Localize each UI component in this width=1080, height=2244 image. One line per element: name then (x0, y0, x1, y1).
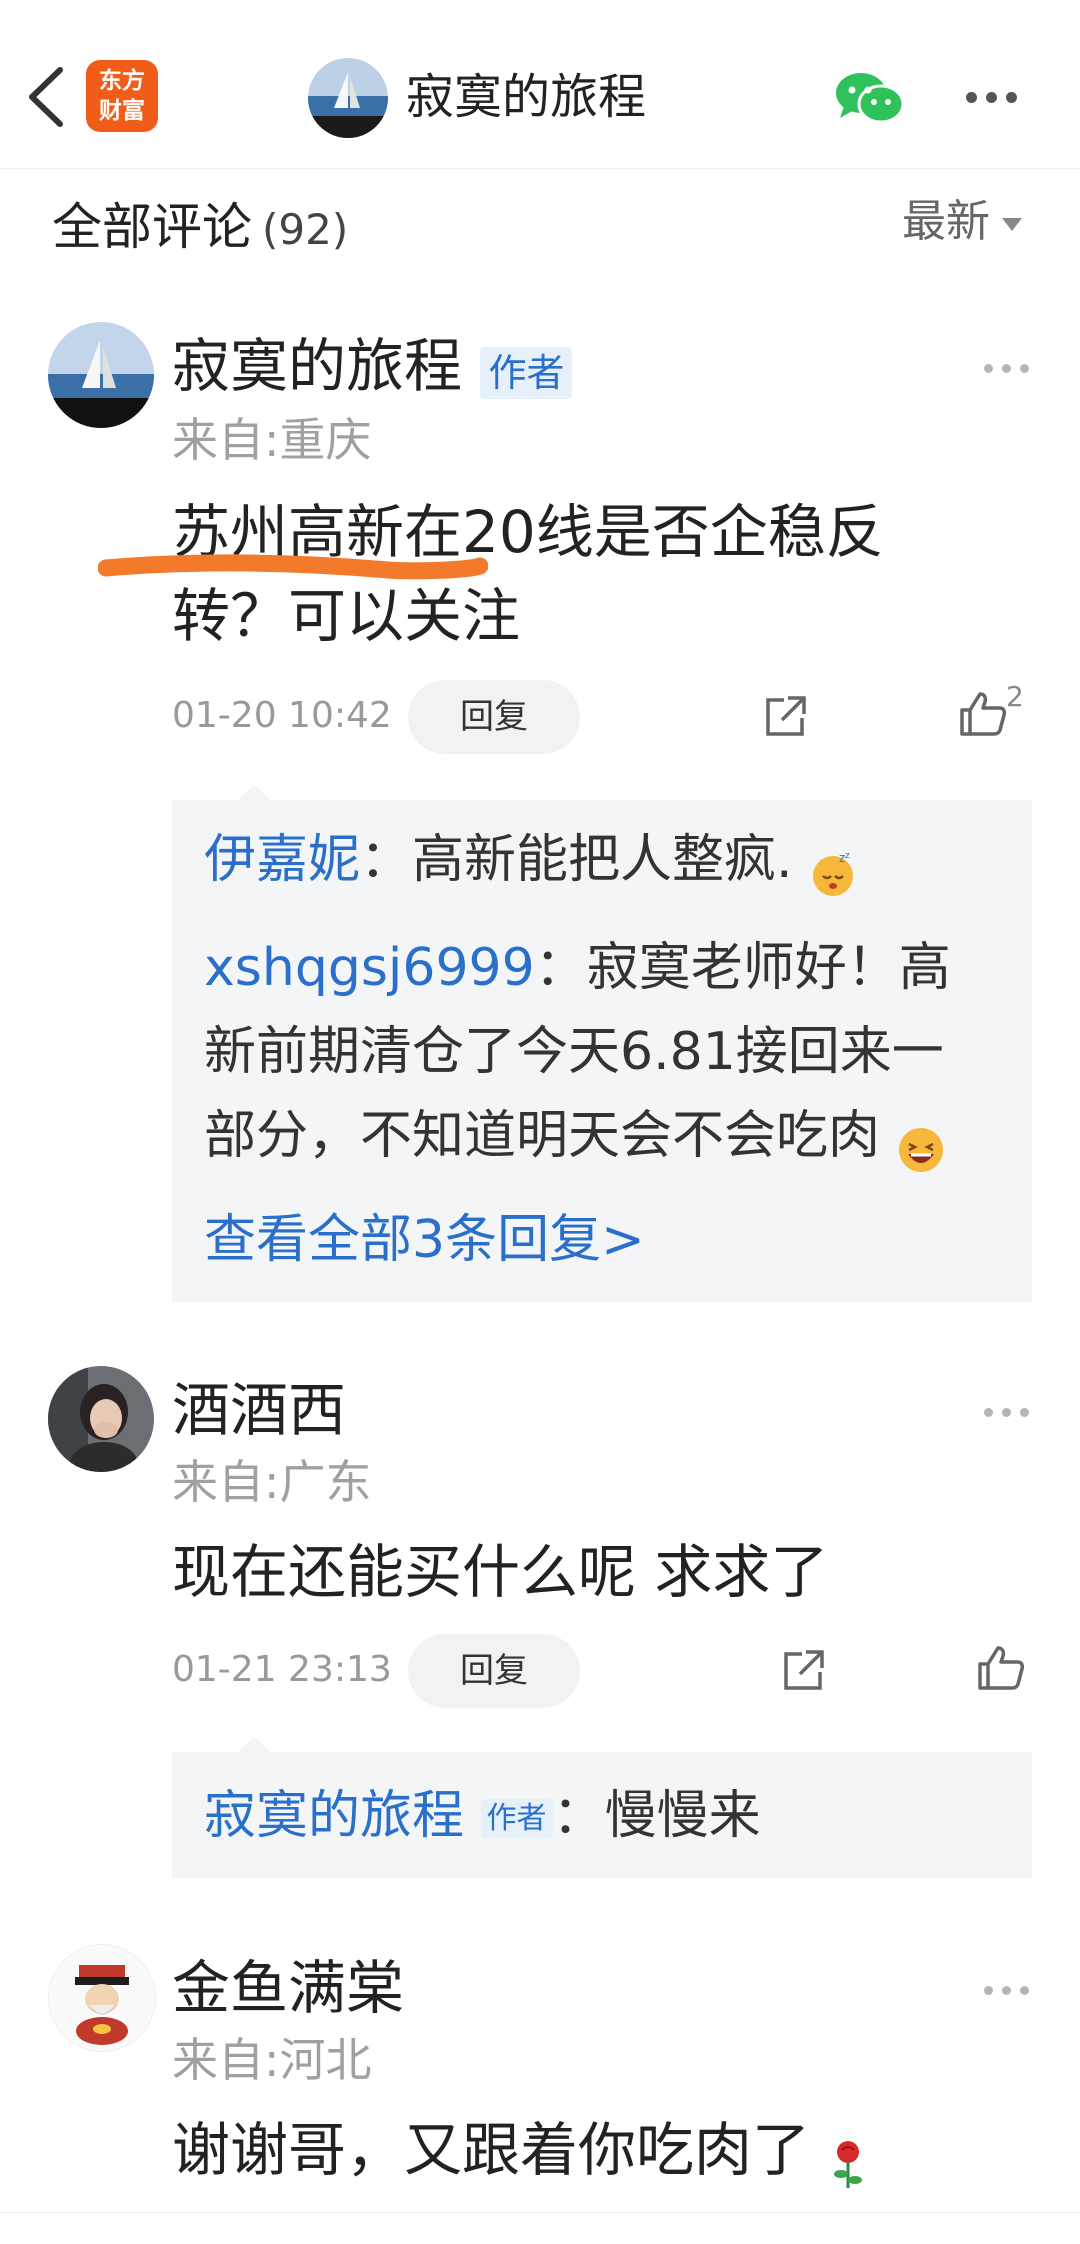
comment-more-icon[interactable] (984, 358, 1044, 373)
comment-more-icon[interactable] (984, 1980, 1044, 1995)
reply-text-line: 部分，不知道明天会不会吃肉 (204, 1106, 881, 1166)
bottom-toolbar (0, 2212, 1080, 2244)
share-icon[interactable] (780, 1646, 828, 1698)
comment-time: 01-20 10:42 (172, 695, 392, 736)
comment-location: 来自:广东 (172, 1455, 372, 1509)
wechat-icon[interactable] (834, 68, 906, 128)
dropdown-arrow-icon (1002, 217, 1022, 231)
reply-pointer (238, 1736, 270, 1752)
comments-count: (92) (262, 205, 349, 254)
reply-sep: ： (534, 938, 587, 998)
author-avatar-top[interactable] (308, 58, 388, 138)
comments-header: 全部评论 (92) (52, 192, 348, 265)
author-badge: 作者 (480, 1799, 553, 1838)
reply-pointer (238, 784, 270, 800)
reply-button[interactable]: 回复 (408, 680, 580, 754)
comment-text: 谢谢哥，又跟着你吃肉了 (172, 2108, 992, 2192)
comment-location: 来自:重庆 (172, 413, 372, 467)
rose-emoji-icon (828, 2128, 868, 2188)
author-badge: 作者 (480, 347, 573, 399)
view-all-replies-link[interactable]: 查看全部3条回复> (204, 1205, 645, 1275)
comment-avatar[interactable] (48, 1366, 154, 1472)
comment-time: 01-21 23:13 (172, 1649, 392, 1690)
page-title: 寂寞的旅程 (406, 69, 647, 125)
comment-avatar[interactable] (48, 1944, 156, 2052)
svg-text:z: z (845, 851, 850, 861)
sleepy-emoji-icon: zz (809, 839, 857, 896)
comment-text-line: 谢谢哥，又跟着你吃肉了 (172, 2116, 811, 2184)
logo-line2: 财富 (99, 98, 145, 124)
reply-author[interactable]: 伊嘉妮 (204, 830, 360, 890)
back-icon[interactable] (20, 62, 72, 132)
comment-author-name[interactable]: 寂寞的旅程 (172, 332, 462, 400)
reply-text: 慢慢来 (604, 1786, 761, 1846)
comment-author-name[interactable]: 金鱼满棠 (172, 1948, 404, 2028)
reply-text-line: 新前期清仓了今天6.81接回来一 (204, 1022, 944, 1082)
comments-title: 全部评论 (52, 198, 252, 256)
sort-dropdown[interactable]: 最新 (902, 192, 1022, 252)
like-count: 2 (1006, 680, 1024, 713)
reply-author[interactable]: 寂寞的旅程 (204, 1786, 464, 1846)
comment-author-name[interactable]: 酒酒西 (172, 1370, 346, 1450)
comment-author[interactable]: 寂寞的旅程 作者 (172, 326, 573, 406)
like-icon[interactable] (958, 688, 1008, 742)
comment-avatar[interactable] (48, 322, 154, 428)
reply-text: 高新能把人整疯. (412, 830, 793, 890)
app-logo[interactable]: 东方 财富 (86, 60, 158, 132)
more-icon[interactable] (966, 88, 1026, 104)
laughing-emoji-icon (897, 1115, 945, 1172)
reply-text-line: 寂寞老师好！高 (586, 938, 951, 998)
like-icon[interactable] (976, 1642, 1026, 1696)
share-icon[interactable] (762, 692, 810, 744)
logo-line1: 东方 (99, 68, 145, 94)
reply-item: xshqgsj6999：寂寞老师好！高 新前期清仓了今天6.81接回来一 部分，… (204, 926, 1004, 1178)
comment-location: 来自:河北 (172, 2033, 372, 2087)
reply-sep: ： (360, 830, 413, 890)
comment-text: 现在还能买什么呢 求求了 (172, 1538, 829, 1606)
reply-sep: ： (552, 1786, 605, 1846)
reply-item: 伊嘉妮：高新能把人整疯. zz (204, 818, 1004, 902)
reply-button[interactable]: 回复 (408, 1634, 580, 1708)
highlight-underline (98, 554, 488, 580)
sort-label: 最新 (902, 196, 990, 247)
reply-item: 寂寞的旅程 作者 ：慢慢来 (204, 1774, 1004, 1861)
comment-more-icon[interactable] (984, 1402, 1044, 1417)
reply-author[interactable]: xshqgsj6999 (204, 938, 535, 998)
